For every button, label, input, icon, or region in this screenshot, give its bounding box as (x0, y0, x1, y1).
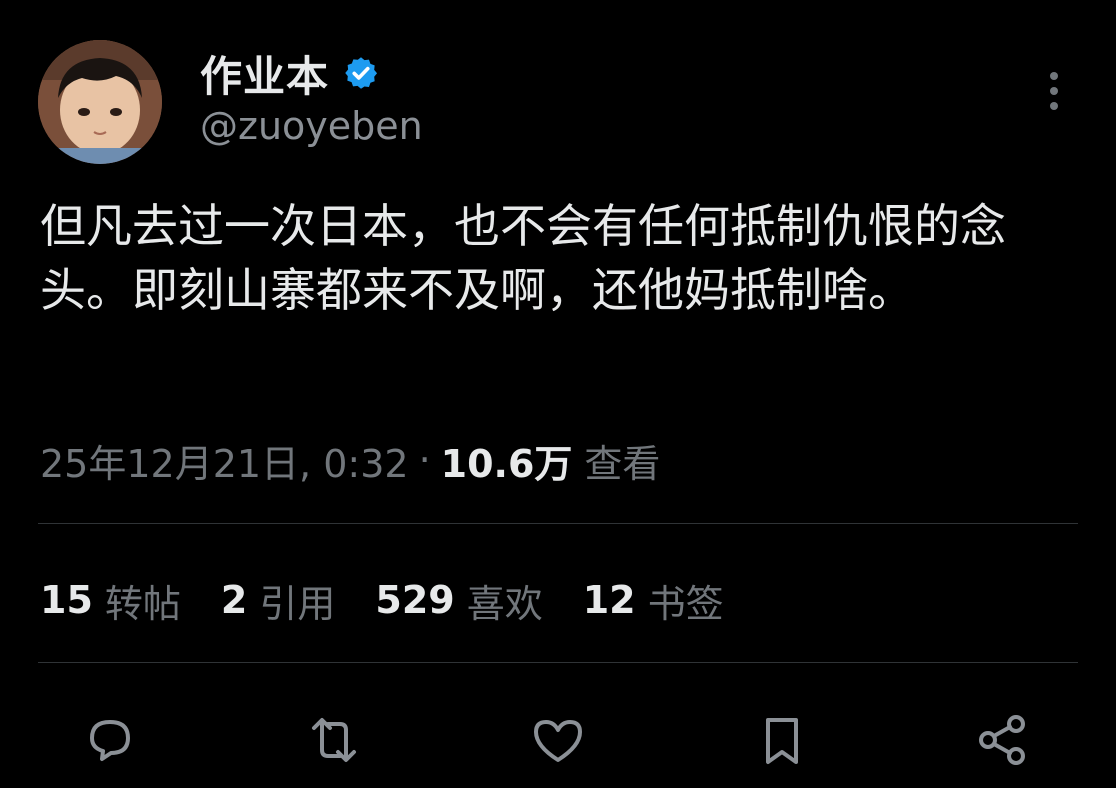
like-label: 喜欢 (466, 581, 543, 626)
stat-reposts[interactable]: 15 转帖 (40, 573, 181, 628)
bookmark-button[interactable] (750, 708, 814, 772)
tweet-meta: 25年12月21日, 0:32 · 10.6万 查看 (40, 432, 660, 488)
quote-count: 2 (220, 578, 248, 622)
views-label: 查看 (584, 441, 661, 486)
verified-badge-icon (345, 57, 378, 89)
timestamp[interactable]: 25年12月21日, 0:32 (40, 433, 409, 488)
like-button[interactable] (526, 708, 590, 772)
reply-icon (90, 720, 130, 761)
repost-button[interactable] (302, 708, 366, 772)
share-button[interactable] (970, 708, 1034, 772)
like-icon (534, 720, 582, 762)
display-name[interactable]: 作业本 (200, 43, 329, 104)
more-options-icon[interactable] (1040, 70, 1068, 112)
repost-count: 15 (40, 578, 93, 622)
tweet-header: 作业本 @zuoyeben (0, 0, 1116, 180)
engagement-stats: 15 转帖 2 引用 529 喜欢 12 书签 (40, 570, 764, 630)
repost-icon (312, 718, 356, 762)
avatar[interactable] (38, 40, 162, 164)
views-count: 10.6万 (440, 441, 573, 486)
bookmark-icon (766, 718, 798, 764)
share-icon (979, 715, 1025, 765)
author-name-row: 作业本 (200, 48, 379, 101)
bookmark-count: 12 (582, 578, 636, 622)
bookmark-label: 书签 (647, 581, 724, 626)
tweet-text: 但凡去过一次日本，也不会有任何抵制仇恨的念头。即刻山寨都来不及啊，还他妈抵制啥。 (40, 199, 1006, 317)
divider (38, 523, 1078, 524)
stat-bookmarks[interactable]: 12 书签 (583, 573, 724, 628)
action-bar (0, 700, 1116, 780)
repost-label: 转帖 (104, 581, 181, 626)
reply-button[interactable] (78, 708, 142, 772)
stat-quotes[interactable]: 2 引用 (221, 573, 335, 628)
divider (38, 662, 1078, 663)
author-handle[interactable]: @zuoyeben (200, 104, 423, 148)
quote-label: 引用 (259, 581, 336, 626)
meta-separator: · (418, 438, 431, 482)
like-count: 529 (375, 578, 455, 622)
stat-likes[interactable]: 529 喜欢 (375, 573, 542, 628)
